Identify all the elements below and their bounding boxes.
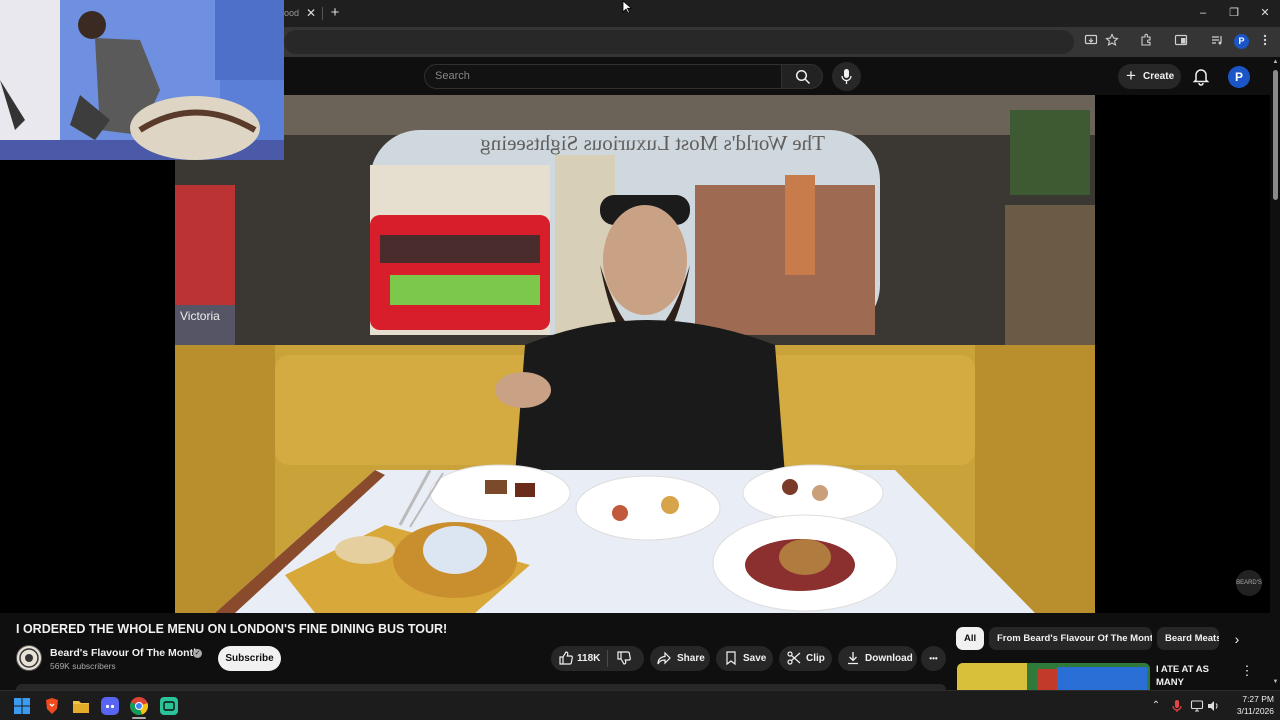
- tray-overflow-chevron-icon[interactable]: ⌃: [1149, 699, 1163, 713]
- chrome-active-indicator: [132, 717, 146, 719]
- recommendation-menu-icon[interactable]: ⋮: [1240, 663, 1254, 679]
- scissors-icon: [787, 651, 801, 665]
- browser-menu-icon[interactable]: [1256, 33, 1274, 51]
- plus-icon: +: [1126, 66, 1136, 85]
- download-icon: [848, 652, 858, 665]
- chip-all[interactable]: All: [956, 627, 985, 650]
- like-count[interactable]: 118K: [577, 653, 600, 664]
- bookmark-icon: [726, 651, 736, 666]
- bookmark-star-icon[interactable]: [1103, 33, 1121, 51]
- extensions-icon[interactable]: [1137, 33, 1155, 51]
- minimize-button[interactable]: –: [1191, 4, 1215, 22]
- thumbs-down-icon[interactable]: [616, 650, 632, 666]
- recommendation-thumbnail-image: [957, 663, 1150, 690]
- share-label: Share: [677, 653, 705, 664]
- tab-divider: [322, 7, 323, 20]
- chevron-right-icon[interactable]: ›: [1228, 630, 1246, 648]
- download-label: Download: [865, 653, 913, 664]
- like-dislike-group: 118K: [551, 646, 644, 671]
- verified-check-icon: ✓: [193, 649, 202, 658]
- recommendation-thumbnail[interactable]: [957, 663, 1150, 690]
- create-label: Create: [1143, 71, 1175, 82]
- network-icon[interactable]: [1190, 699, 1204, 713]
- search-button[interactable]: [781, 64, 823, 89]
- channel-logo-icon: [19, 648, 39, 668]
- brave-browser-icon[interactable]: [42, 696, 62, 716]
- chip-from-channel[interactable]: From Beard's Flavour Of The Month: [989, 627, 1152, 650]
- scroll-up-arrow-icon[interactable]: ▲: [1271, 59, 1280, 68]
- search-input[interactable]: Search: [424, 64, 782, 89]
- channel-watermark[interactable]: BEARD'S: [1236, 570, 1262, 596]
- bus-destination-sign: Victoria: [180, 309, 220, 323]
- microphone-icon: [841, 69, 852, 84]
- app-launcher-icon[interactable]: [159, 696, 179, 716]
- discord-icon[interactable]: [100, 696, 120, 716]
- chip-beard-meats[interactable]: Beard Meats: [1157, 627, 1219, 650]
- subscribe-button[interactable]: Subscribe: [218, 646, 281, 671]
- subscriber-count: 569K subscribers: [50, 661, 116, 671]
- chrome-icon[interactable]: [129, 696, 149, 716]
- scroll-down-arrow-icon[interactable]: ▼: [1271, 679, 1280, 688]
- restore-button[interactable]: ❐: [1222, 4, 1246, 22]
- webcam-feed: [0, 0, 284, 160]
- channel-name[interactable]: Beard's Flavour Of The Month: [50, 647, 200, 659]
- more-actions-button[interactable]: •••: [921, 646, 946, 671]
- account-avatar[interactable]: P: [1228, 66, 1250, 88]
- thumbs-up-icon[interactable]: [558, 650, 574, 666]
- system-clock[interactable]: 7:27 PM 3/11/2026: [1222, 693, 1274, 717]
- clock-time: 7:27 PM: [1242, 694, 1274, 704]
- download-button[interactable]: Download: [838, 646, 917, 671]
- windows-taskbar: ⌃ 7:27 PM 3/11/2026: [0, 690, 1280, 720]
- mirrored-window-sign: The World's Most Luxurious Sightseeing: [480, 131, 825, 155]
- video-title: I ORDERED THE WHOLE MENU ON LONDON'S FIN…: [16, 622, 448, 636]
- share-button[interactable]: Share: [650, 646, 710, 671]
- clip-label: Clip: [806, 653, 825, 664]
- tab-close-icon[interactable]: ✕: [305, 6, 317, 20]
- browser-profile-avatar[interactable]: P: [1234, 34, 1249, 49]
- mouse-cursor-icon: [622, 0, 632, 14]
- search-icon: [795, 69, 811, 85]
- clip-button[interactable]: Clip: [779, 646, 832, 671]
- split-view-icon[interactable]: [1172, 33, 1190, 51]
- create-button[interactable]: + Create: [1118, 64, 1181, 89]
- new-tab-button[interactable]: +: [327, 4, 343, 22]
- channel-avatar[interactable]: [16, 645, 42, 671]
- video-frame[interactable]: Victoria The World's Most Luxurious Sigh…: [175, 95, 1095, 613]
- file-explorer-icon[interactable]: [71, 696, 91, 716]
- media-controls-icon[interactable]: [1208, 33, 1226, 51]
- clock-date: 3/11/2026: [1236, 706, 1274, 716]
- video-scene: Victoria The World's Most Luxurious Sigh…: [175, 95, 1095, 613]
- address-bar[interactable]: [284, 30, 1074, 54]
- webcam-overlay: [0, 0, 284, 160]
- save-button[interactable]: Save: [716, 646, 773, 671]
- scrollbar-thumb[interactable]: [1273, 70, 1278, 200]
- notifications-bell-icon[interactable]: [1190, 65, 1212, 87]
- close-window-button[interactable]: ✕: [1253, 4, 1277, 22]
- search-placeholder: Search: [435, 70, 470, 82]
- install-app-icon[interactable]: [1082, 33, 1100, 51]
- save-label: Save: [743, 653, 767, 664]
- share-icon: [657, 651, 671, 665]
- microphone-tray-icon[interactable]: [1170, 699, 1184, 713]
- volume-icon[interactable]: [1206, 699, 1220, 713]
- like-divider: [607, 650, 608, 667]
- windows-start-icon[interactable]: [12, 696, 32, 716]
- voice-search-button[interactable]: [832, 62, 861, 91]
- browser-tab-title[interactable]: ood: [284, 4, 324, 27]
